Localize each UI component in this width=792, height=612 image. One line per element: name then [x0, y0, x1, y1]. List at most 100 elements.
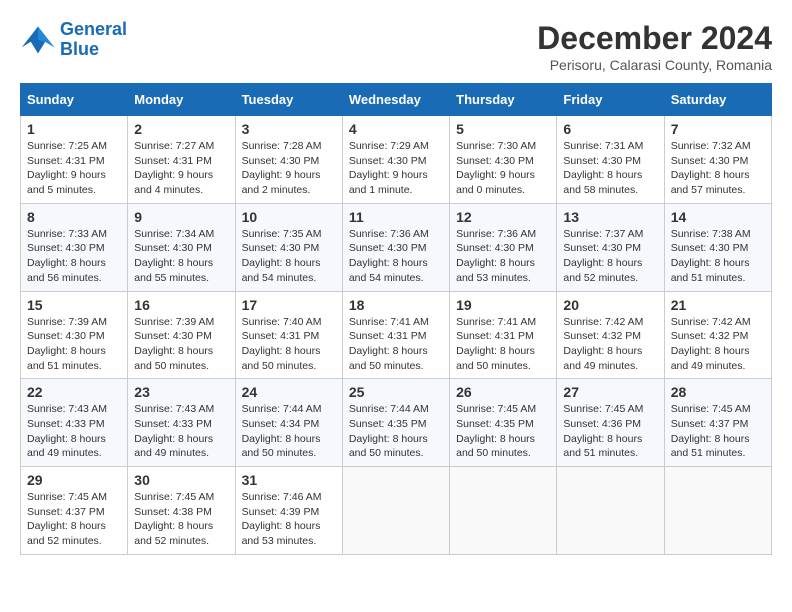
table-row: 7 Sunrise: 7:32 AMSunset: 4:30 PMDaylight…	[664, 116, 771, 204]
table-row: 2 Sunrise: 7:27 AMSunset: 4:31 PMDaylight…	[128, 116, 235, 204]
table-row: 15 Sunrise: 7:39 AMSunset: 4:30 PMDayligh…	[21, 291, 128, 379]
day-number: 28	[671, 384, 765, 400]
day-number: 13	[563, 209, 657, 225]
day-number: 2	[134, 121, 228, 137]
day-info: Sunrise: 7:40 AMSunset: 4:31 PMDaylight:…	[242, 315, 336, 374]
table-row: 30Sunrise: 7:45 AMSunset: 4:38 PMDayligh…	[128, 467, 235, 555]
table-row: 27Sunrise: 7:45 AMSunset: 4:36 PMDayligh…	[557, 379, 664, 467]
day-info: Sunrise: 7:32 AMSunset: 4:30 PMDaylight:…	[671, 139, 765, 198]
day-info: Sunrise: 7:36 AMSunset: 4:30 PMDaylight:…	[456, 227, 550, 286]
day-number: 19	[456, 297, 550, 313]
day-number: 18	[349, 297, 443, 313]
day-info: Sunrise: 7:46 AMSunset: 4:39 PMDaylight:…	[242, 490, 336, 549]
day-number: 10	[242, 209, 336, 225]
day-number: 6	[563, 121, 657, 137]
table-row: 4Sunrise: 7:29 AMSunset: 4:30 PMDaylight…	[342, 116, 449, 204]
calendar-week-row: 8 Sunrise: 7:33 AMSunset: 4:30 PMDaylight…	[21, 203, 772, 291]
table-row: 23 Sunrise: 7:43 AMSunset: 4:33 PMDayligh…	[128, 379, 235, 467]
day-info: Sunrise: 7:35 AMSunset: 4:30 PMDaylight:…	[242, 227, 336, 286]
table-row: 11Sunrise: 7:36 AMSunset: 4:30 PMDayligh…	[342, 203, 449, 291]
table-row: 17 Sunrise: 7:40 AMSunset: 4:31 PMDayligh…	[235, 291, 342, 379]
day-number: 31	[242, 472, 336, 488]
day-number: 16	[134, 297, 228, 313]
calendar-week-row: 29 Sunrise: 7:45 AMSunset: 4:37 PMDayligh…	[21, 467, 772, 555]
day-info: Sunrise: 7:31 AMSunset: 4:30 PMDaylight:…	[563, 139, 657, 198]
day-info: Sunrise: 7:42 AMSunset: 4:32 PMDaylight:…	[671, 315, 765, 374]
logo: General Blue	[20, 20, 127, 60]
table-row	[557, 467, 664, 555]
header-sunday: Sunday	[21, 84, 128, 116]
day-info: Sunrise: 7:30 AMSunset: 4:30 PMDaylight:…	[456, 139, 550, 198]
day-info: Sunrise: 7:28 AMSunset: 4:30 PMDaylight:…	[242, 139, 336, 198]
day-number: 24	[242, 384, 336, 400]
subtitle: Perisoru, Calarasi County, Romania	[537, 57, 772, 73]
table-row: 16 Sunrise: 7:39 AMSunset: 4:30 PMDayligh…	[128, 291, 235, 379]
day-number: 14	[671, 209, 765, 225]
table-row: 21Sunrise: 7:42 AMSunset: 4:32 PMDayligh…	[664, 291, 771, 379]
day-info: Sunrise: 7:39 AMSunset: 4:30 PMDaylight:…	[27, 315, 121, 374]
header-monday: Monday	[128, 84, 235, 116]
day-number: 7	[671, 121, 765, 137]
table-row: 13 Sunrise: 7:37 AMSunset: 4:30 PMDayligh…	[557, 203, 664, 291]
day-info: Sunrise: 7:29 AMSunset: 4:30 PMDaylight:…	[349, 139, 443, 198]
table-row: 5Sunrise: 7:30 AMSunset: 4:30 PMDaylight…	[450, 116, 557, 204]
title-section: December 2024 Perisoru, Calarasi County,…	[537, 20, 772, 73]
month-title: December 2024	[537, 20, 772, 57]
header-thursday: Thursday	[450, 84, 557, 116]
table-row: 25 Sunrise: 7:44 AMSunset: 4:35 PMDayligh…	[342, 379, 449, 467]
table-row: 28 Sunrise: 7:45 AMSunset: 4:37 PMDayligh…	[664, 379, 771, 467]
day-info: Sunrise: 7:25 AMSunset: 4:31 PMDaylight:…	[27, 139, 121, 198]
day-number: 26	[456, 384, 550, 400]
table-row: 19Sunrise: 7:41 AMSunset: 4:31 PMDayligh…	[450, 291, 557, 379]
day-number: 29	[27, 472, 121, 488]
header-wednesday: Wednesday	[342, 84, 449, 116]
table-row: 20Sunrise: 7:42 AMSunset: 4:32 PMDayligh…	[557, 291, 664, 379]
day-number: 20	[563, 297, 657, 313]
day-info: Sunrise: 7:37 AMSunset: 4:30 PMDaylight:…	[563, 227, 657, 286]
day-info: Sunrise: 7:39 AMSunset: 4:30 PMDaylight:…	[134, 315, 228, 374]
day-number: 22	[27, 384, 121, 400]
table-row: 8 Sunrise: 7:33 AMSunset: 4:30 PMDaylight…	[21, 203, 128, 291]
day-info: Sunrise: 7:44 AMSunset: 4:34 PMDaylight:…	[242, 402, 336, 461]
table-row: 18 Sunrise: 7:41 AMSunset: 4:31 PMDayligh…	[342, 291, 449, 379]
day-number: 12	[456, 209, 550, 225]
day-info: Sunrise: 7:27 AMSunset: 4:31 PMDaylight:…	[134, 139, 228, 198]
day-info: Sunrise: 7:45 AMSunset: 4:35 PMDaylight:…	[456, 402, 550, 461]
table-row: 29 Sunrise: 7:45 AMSunset: 4:37 PMDayligh…	[21, 467, 128, 555]
table-row: 12 Sunrise: 7:36 AMSunset: 4:30 PMDayligh…	[450, 203, 557, 291]
day-number: 1	[27, 121, 121, 137]
day-number: 25	[349, 384, 443, 400]
day-number: 8	[27, 209, 121, 225]
day-number: 17	[242, 297, 336, 313]
header-friday: Friday	[557, 84, 664, 116]
table-row	[342, 467, 449, 555]
logo-text: General Blue	[60, 20, 127, 60]
table-row: 14 Sunrise: 7:38 AMSunset: 4:30 PMDayligh…	[664, 203, 771, 291]
calendar-week-row: 1 Sunrise: 7:25 AMSunset: 4:31 PMDaylight…	[21, 116, 772, 204]
day-number: 30	[134, 472, 228, 488]
day-info: Sunrise: 7:36 AMSunset: 4:30 PMDaylight:…	[349, 227, 443, 286]
day-info: Sunrise: 7:43 AMSunset: 4:33 PMDaylight:…	[134, 402, 228, 461]
table-row: 1 Sunrise: 7:25 AMSunset: 4:31 PMDaylight…	[21, 116, 128, 204]
table-row: 9 Sunrise: 7:34 AMSunset: 4:30 PMDaylight…	[128, 203, 235, 291]
day-number: 9	[134, 209, 228, 225]
day-info: Sunrise: 7:43 AMSunset: 4:33 PMDaylight:…	[27, 402, 121, 461]
calendar-header-row: Sunday Monday Tuesday Wednesday Thursday…	[21, 84, 772, 116]
day-number: 27	[563, 384, 657, 400]
day-number: 23	[134, 384, 228, 400]
table-row: 3 Sunrise: 7:28 AMSunset: 4:30 PMDaylight…	[235, 116, 342, 204]
table-row	[664, 467, 771, 555]
header-saturday: Saturday	[664, 84, 771, 116]
day-info: Sunrise: 7:45 AMSunset: 4:37 PMDaylight:…	[27, 490, 121, 549]
day-info: Sunrise: 7:45 AMSunset: 4:37 PMDaylight:…	[671, 402, 765, 461]
table-row: 10 Sunrise: 7:35 AMSunset: 4:30 PMDayligh…	[235, 203, 342, 291]
day-info: Sunrise: 7:38 AMSunset: 4:30 PMDaylight:…	[671, 227, 765, 286]
day-number: 3	[242, 121, 336, 137]
day-info: Sunrise: 7:34 AMSunset: 4:30 PMDaylight:…	[134, 227, 228, 286]
header-tuesday: Tuesday	[235, 84, 342, 116]
day-info: Sunrise: 7:41 AMSunset: 4:31 PMDaylight:…	[349, 315, 443, 374]
day-info: Sunrise: 7:33 AMSunset: 4:30 PMDaylight:…	[27, 227, 121, 286]
day-info: Sunrise: 7:44 AMSunset: 4:35 PMDaylight:…	[349, 402, 443, 461]
day-number: 15	[27, 297, 121, 313]
calendar-week-row: 22 Sunrise: 7:43 AMSunset: 4:33 PMDayligh…	[21, 379, 772, 467]
